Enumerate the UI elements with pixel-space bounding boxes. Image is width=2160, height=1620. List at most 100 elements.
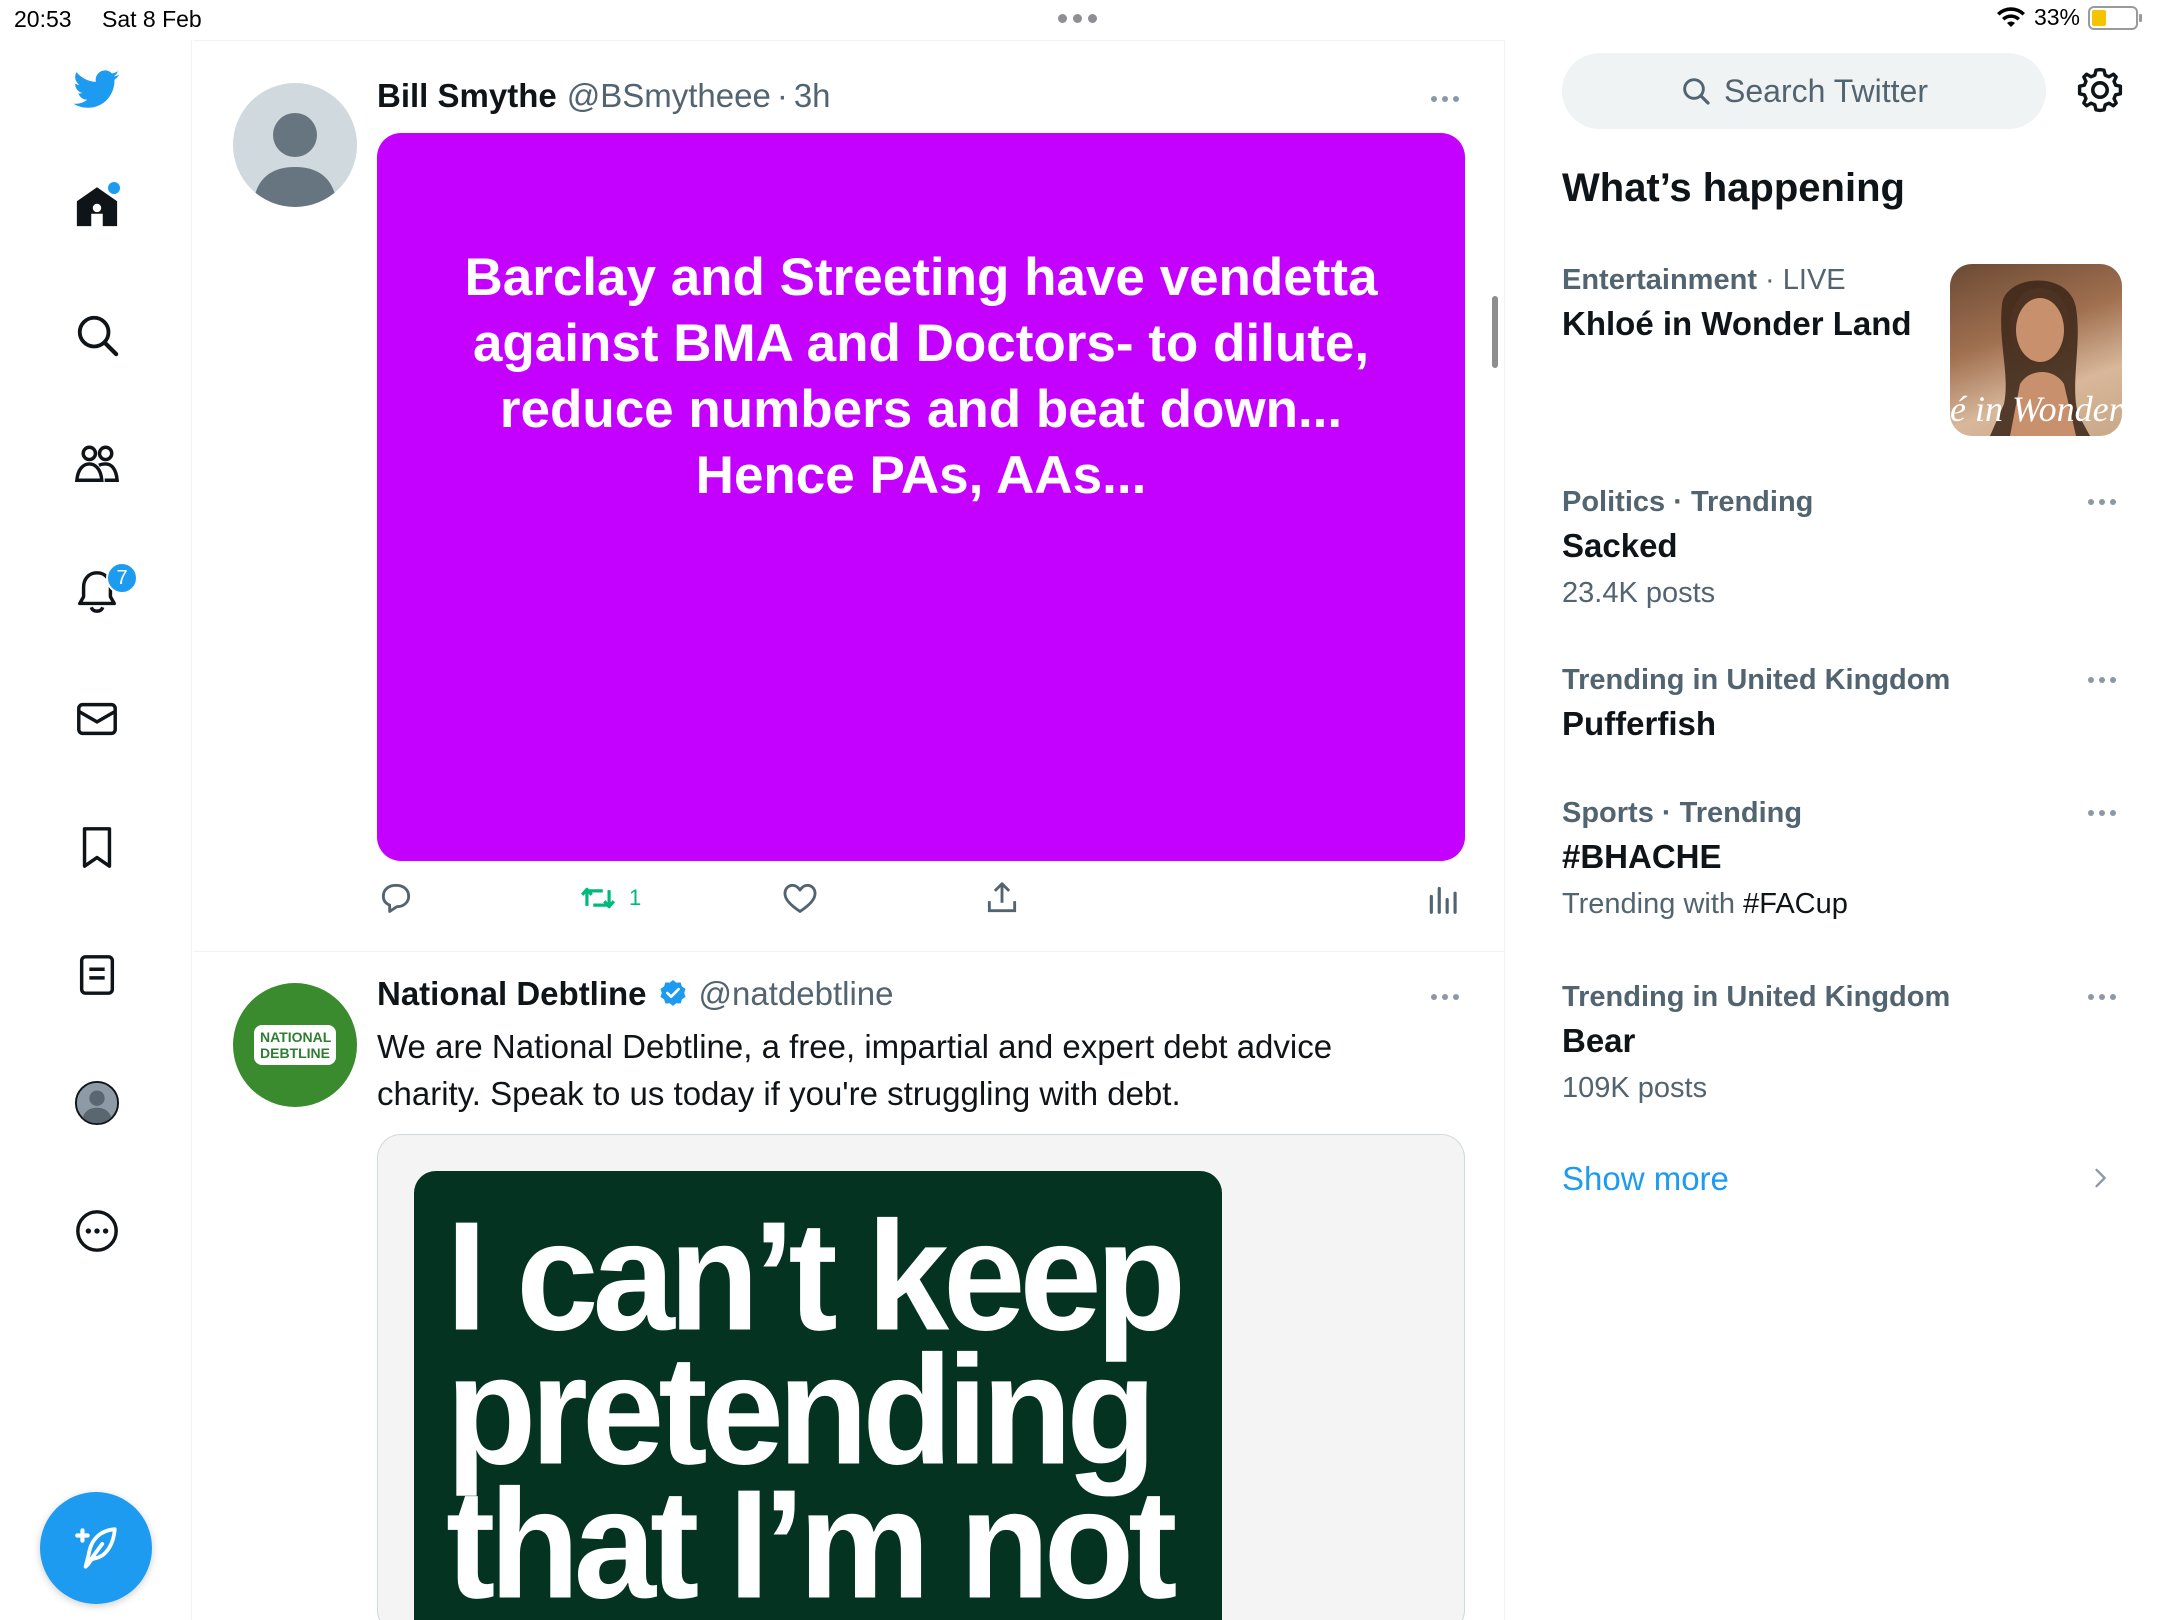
retweet-count: 1 [629,885,642,910]
trend-title: Bear [1562,1022,1636,1059]
status-indicators: 33% [1996,4,2142,31]
search-placeholder: Search Twitter [1724,72,1928,109]
share-icon [987,882,1017,913]
trend-post-count: 23.4K posts [1562,577,1716,609]
trend-title: Pufferfish [1562,705,1717,742]
trend-qualifier: Trending [1679,797,1803,829]
notification-count-badge: 7 [106,562,138,594]
trend-related-prefix: Trending with [1562,888,1744,920]
nav-explore[interactable] [62,300,132,370]
compose-tweet-button[interactable] [40,1492,152,1604]
trend-more-button[interactable] [2082,670,2122,690]
share-button[interactable] [983,879,1021,917]
retweet-icon [580,887,616,909]
trend-category: Sports [1562,797,1654,829]
thumbnail-text: é in Wonder L [1950,389,2122,429]
trend-category: Entertainment [1562,264,1757,296]
nav-more[interactable] [62,1196,132,1266]
list-icon [79,955,115,995]
retweet-button[interactable]: 1 [579,879,641,917]
tweet-divider [193,951,1505,952]
right-sidebar: Search Twitter What’s happening Entertai… [1506,40,2160,1620]
tweet-time[interactable]: 3h [794,77,831,115]
verified-badge-icon [659,980,686,1006]
avatar-icon [74,1080,120,1126]
ipad-screen: 20:53 Sat 8 Feb 33% 7 Bill Smythe @BSmyt… [0,0,2160,1620]
author-name[interactable]: Bill Smythe [377,77,557,115]
nav-bookmarks[interactable] [62,812,132,882]
people-icon [74,445,120,482]
author-handle[interactable]: @natdebtline [699,975,894,1013]
timeline: Bill Smythe @BSmytheee · 3h Barclay and … [193,40,1505,1620]
trend-category: Politics [1562,486,1666,518]
author-handle[interactable]: @BSmytheee [567,77,771,115]
national-debtline-avatar[interactable]: NATIONAL DEBTLINE [233,983,357,1107]
trend-qualifier: Trending [1690,486,1814,518]
twitter-logo[interactable] [62,54,132,124]
ad-image: I can’t keep pretending that I’m not [414,1171,1222,1620]
trend-title: #BHACHE [1562,838,1722,875]
default-avatar[interactable] [233,83,357,207]
battery-percent: 33% [2033,4,2080,30]
chevron-right-icon[interactable] [2086,1164,2114,1192]
status-bar: 20:53 Sat 8 Feb 33% [0,0,2160,40]
nav-lists[interactable] [62,940,132,1010]
tweet-media[interactable]: I can’t keep pretending that I’m not [377,1134,1465,1620]
status-time: 20:53 [14,6,72,32]
trend-more-button[interactable] [2082,803,2122,823]
status-date: Sat 8 Feb [102,6,202,32]
trend-related-tag[interactable]: #FACup [1743,888,1848,920]
show-more-link[interactable]: Show more [1562,1160,1729,1198]
search-input[interactable]: Search Twitter [1562,53,2046,129]
trend-item[interactable]: Trending in United Kingdom Pufferfish [1562,664,2122,743]
feather-plus-icon [75,1527,117,1569]
tweet-more-button[interactable] [1425,89,1465,109]
author-name[interactable]: National Debtline [377,975,647,1013]
trend-separator: · [1665,486,1691,518]
wifi-icon [1996,6,2025,27]
trend-qualifier: LIVE [1782,264,1846,296]
nav-notifications[interactable]: 7 [62,556,138,626]
more-circle-icon [76,1210,118,1252]
trend-separator: · [1653,797,1680,829]
tweet-more-button[interactable] [1425,987,1465,1007]
multitasking-handle[interactable] [1058,6,1108,30]
trend-thumbnail: é in Wonder L [1950,264,2122,436]
settings-gear-icon[interactable] [2076,66,2124,114]
trend-item[interactable]: Trending in United Kingdom Bear 109K pos… [1562,981,2122,1105]
trend-item[interactable]: Politics · Trending Sacked 23.4K posts [1562,486,2122,610]
trend-post-count: 109K posts [1562,1072,1708,1104]
trend-title: Sacked [1562,527,1678,564]
nav-home[interactable] [62,172,132,242]
nav-messages[interactable] [62,684,132,754]
trend-more-button[interactable] [2082,987,2122,1007]
trend-meta: Sports · Trending [1562,797,2122,830]
person-icon [253,113,337,207]
like-button[interactable] [781,879,819,917]
home-new-indicator [108,182,120,194]
trend-more-button[interactable] [2082,492,2122,512]
reply-icon [381,883,411,913]
trend-category: Trending in United Kingdom [1562,664,1951,696]
analytics-button[interactable] [1425,879,1463,917]
tweet-text: We are National Debtline, a free, impart… [377,1028,1333,1112]
tweet-header: Bill Smythe @BSmytheee · 3h [377,77,831,115]
trend-meta: Politics · Trending [1562,486,2122,519]
search-icon [77,315,119,357]
battery-icon [2088,5,2142,30]
nav-profile[interactable] [62,1068,132,1138]
side-navigation: 7 [0,40,192,1620]
heart-icon [783,883,817,913]
trend-item[interactable]: Sports · Trending #BHACHE Trending with … [1562,797,2122,921]
trend-related: Trending with #FACup [1562,888,2122,921]
section-title: What’s happening [1562,166,1905,210]
timeline-scrollbar[interactable] [1492,296,1498,368]
tweet[interactable]: Bill Smythe @BSmytheee · 3h Barclay and … [193,41,1505,952]
trend-item[interactable]: Entertainment · LIVE Khloé in Wonder Lan… [1562,264,2122,439]
bookmark-icon [82,827,112,868]
trend-category: Trending in United Kingdom [1562,981,1951,1013]
tweet-image[interactable]: Barclay and Streeting have vendetta agai… [377,133,1465,861]
avatar-logo-text: NATIONAL DEBTLINE [254,1025,336,1065]
nav-communities[interactable] [62,428,132,498]
reply-button[interactable] [377,879,415,917]
